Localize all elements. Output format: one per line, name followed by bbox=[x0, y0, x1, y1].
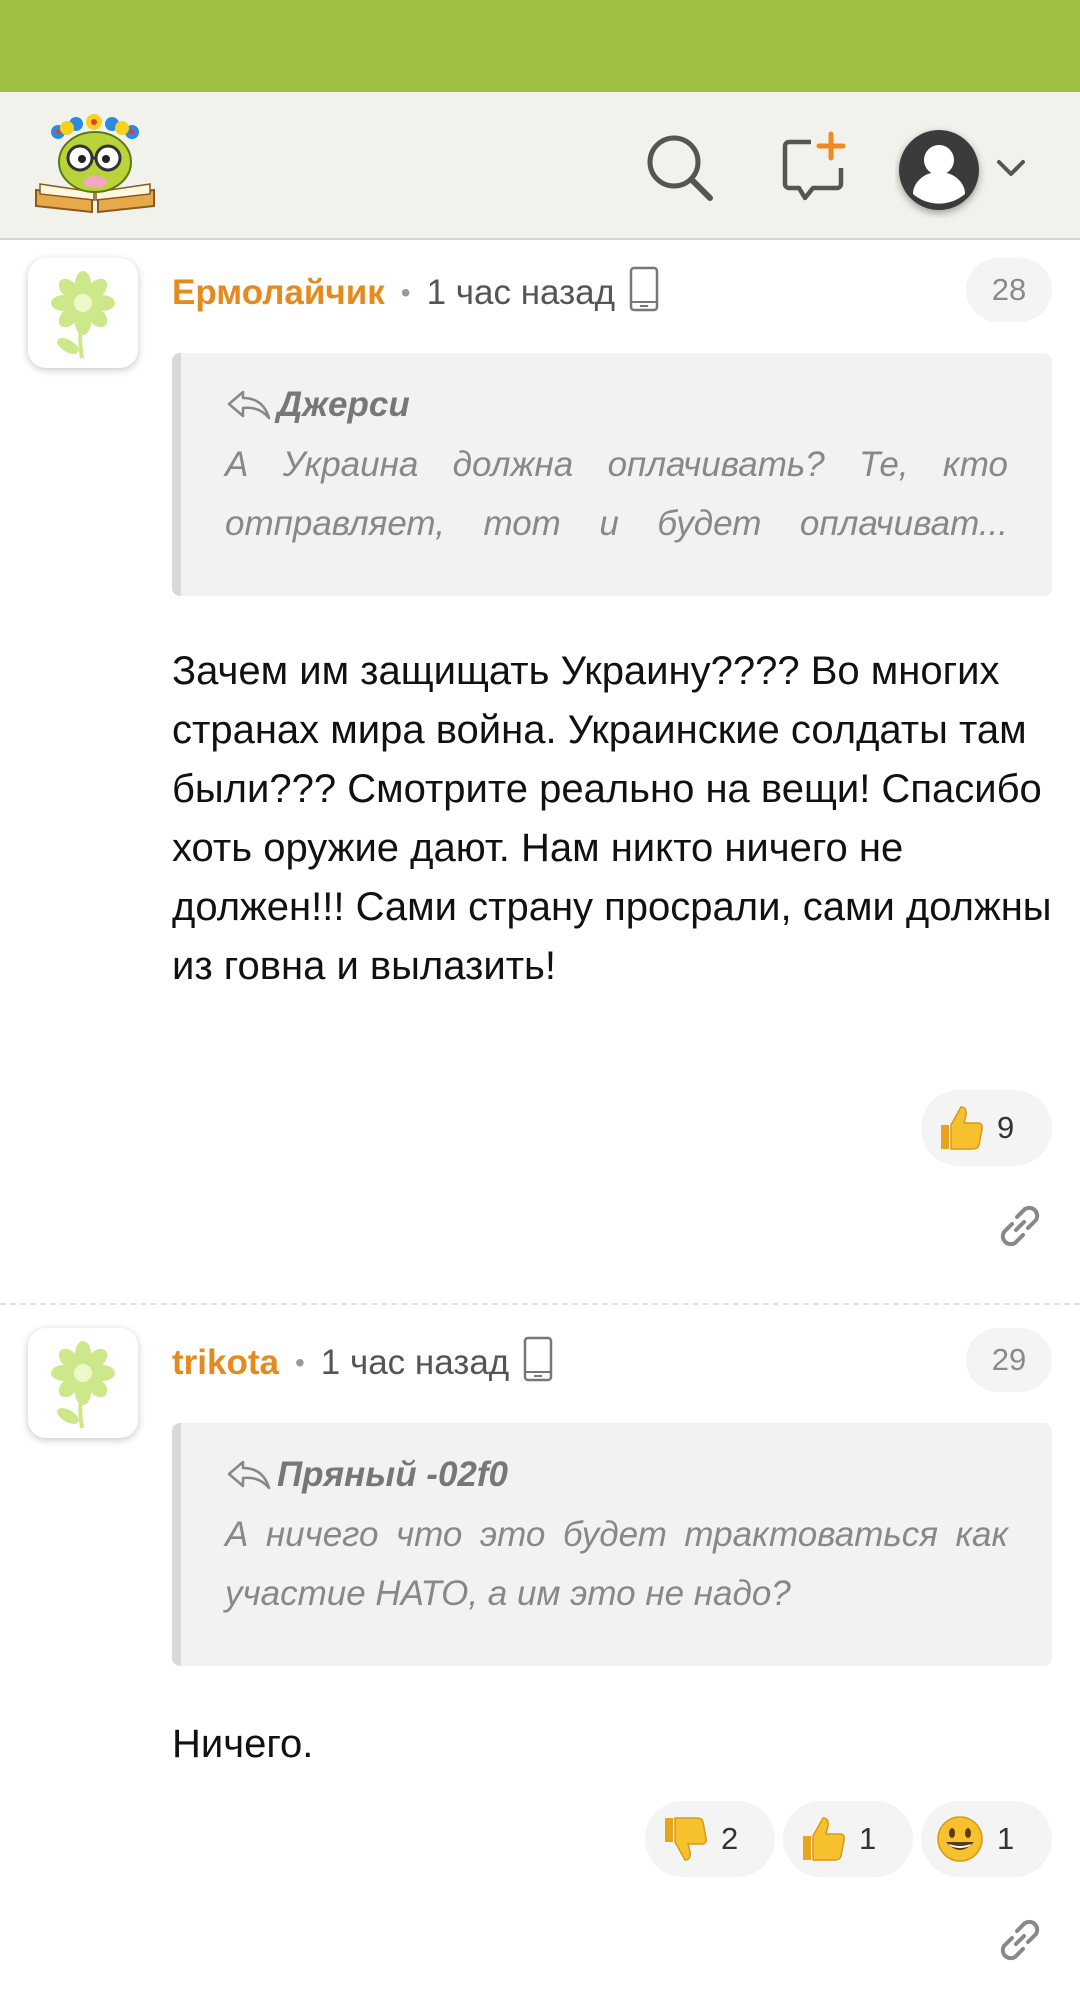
quote-author: Джерси bbox=[277, 385, 410, 424]
flower-avatar-icon bbox=[51, 1341, 115, 1429]
quote-text: А Украина должна оплачивать? Те, кто отп… bbox=[225, 445, 1008, 543]
comment-separator bbox=[0, 1303, 1080, 1305]
search-button[interactable] bbox=[640, 128, 720, 208]
meta-separator: • bbox=[400, 277, 411, 308]
quoted-reply[interactable]: Джерси А Украина должна оплачивать? Те, … bbox=[172, 353, 1052, 596]
reaction-smile[interactable]: 1 bbox=[921, 1801, 1052, 1877]
smile-icon bbox=[937, 1816, 983, 1862]
new-post-icon bbox=[782, 131, 846, 201]
author-name[interactable]: trikota bbox=[172, 1343, 279, 1383]
author-name[interactable]: Ермолайчик bbox=[172, 273, 385, 313]
permalink-button[interactable] bbox=[992, 1912, 1048, 1968]
reaction-count: 9 bbox=[997, 1110, 1015, 1145]
thumbs-up-icon bbox=[803, 1817, 845, 1861]
comment-number-badge[interactable]: 29 bbox=[966, 1328, 1052, 1392]
mobile-device-icon bbox=[629, 266, 659, 321]
reaction-thumbs-up[interactable]: 1 bbox=[783, 1801, 913, 1877]
search-icon bbox=[647, 135, 713, 201]
flower-avatar-icon bbox=[51, 271, 115, 359]
quoted-reply[interactable]: Пряный -02f0 А ничего что это будет трак… bbox=[172, 1423, 1052, 1666]
comment-meta: trikota • 1 час назад bbox=[172, 1336, 553, 1391]
mobile-device-icon bbox=[523, 1336, 553, 1391]
reaction-thumbs-up[interactable]: 9 bbox=[921, 1090, 1052, 1166]
reaction-count: 2 bbox=[721, 1821, 739, 1856]
comment-meta: Ермолайчик • 1 час назад bbox=[172, 266, 659, 321]
account-menu-button[interactable] bbox=[895, 122, 1035, 218]
meta-separator: • bbox=[294, 1347, 305, 1378]
link-icon bbox=[1000, 1205, 1040, 1247]
comment-time: 1 час назад bbox=[426, 273, 616, 312]
site-logo[interactable] bbox=[32, 112, 158, 224]
quote-author: Пряный -02f0 bbox=[277, 1455, 509, 1494]
thumbs-down-icon bbox=[665, 1817, 707, 1861]
site-header bbox=[0, 92, 1080, 240]
link-icon bbox=[1000, 1919, 1040, 1961]
new-post-button[interactable] bbox=[775, 128, 855, 208]
chevron-down-icon bbox=[997, 160, 1025, 176]
comment-text: Зачем им защищать Украину???? Во многих … bbox=[172, 649, 1052, 988]
account-icon bbox=[899, 130, 979, 210]
reaction-count: 1 bbox=[997, 1821, 1015, 1856]
permalink-button[interactable] bbox=[992, 1198, 1048, 1254]
reply-arrow-icon bbox=[227, 390, 271, 420]
status-bar bbox=[0, 0, 1080, 92]
comment-time: 1 час назад bbox=[320, 1343, 510, 1382]
comment-number-badge[interactable]: 28 bbox=[966, 258, 1052, 322]
thumbs-up-icon bbox=[941, 1106, 983, 1150]
reaction-count: 1 bbox=[859, 1821, 877, 1856]
avatar[interactable] bbox=[28, 1328, 138, 1438]
reaction-thumbs-down[interactable]: 2 bbox=[645, 1801, 775, 1877]
avatar[interactable] bbox=[28, 258, 138, 368]
reply-arrow-icon bbox=[227, 1460, 271, 1490]
comment-text: Ничего. bbox=[172, 1722, 314, 1766]
quote-text: А ничего что это будет трактоваться как … bbox=[225, 1515, 1008, 1613]
